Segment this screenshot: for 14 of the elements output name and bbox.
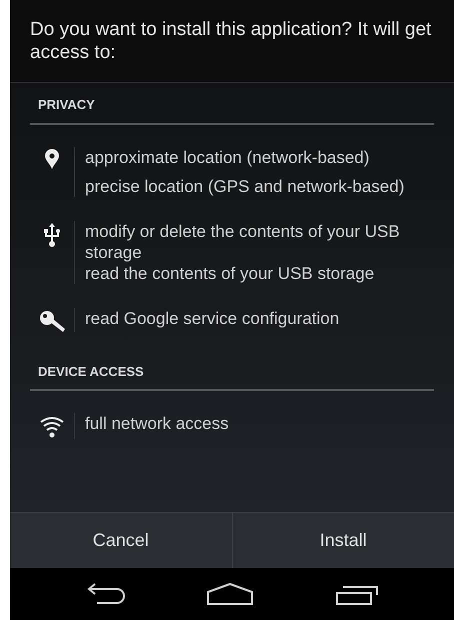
permission-text: precise location (GPS and network-based): [85, 176, 406, 196]
key-icon: [39, 310, 65, 332]
wifi-icon: [40, 415, 64, 439]
home-icon[interactable]: [206, 582, 254, 606]
dialog-button[interactable]: Cancel: [10, 513, 232, 568]
permission-text: read the contents of your USB storage: [85, 262, 376, 284]
location-pin-icon: [45, 148, 59, 168]
dialog-title: Do you want to install this application? It will get access to:: [10, 0, 454, 83]
usb-icon: [44, 222, 60, 246]
permission-text: read Google service configuration: [85, 308, 340, 328]
permission-text: full network access: [85, 413, 230, 434]
section-heading: PRIVACY: [30, 95, 434, 124]
permission-text: approximate location (network-based): [85, 146, 370, 168]
section-heading: DEVICE ACCESS: [30, 362, 434, 391]
